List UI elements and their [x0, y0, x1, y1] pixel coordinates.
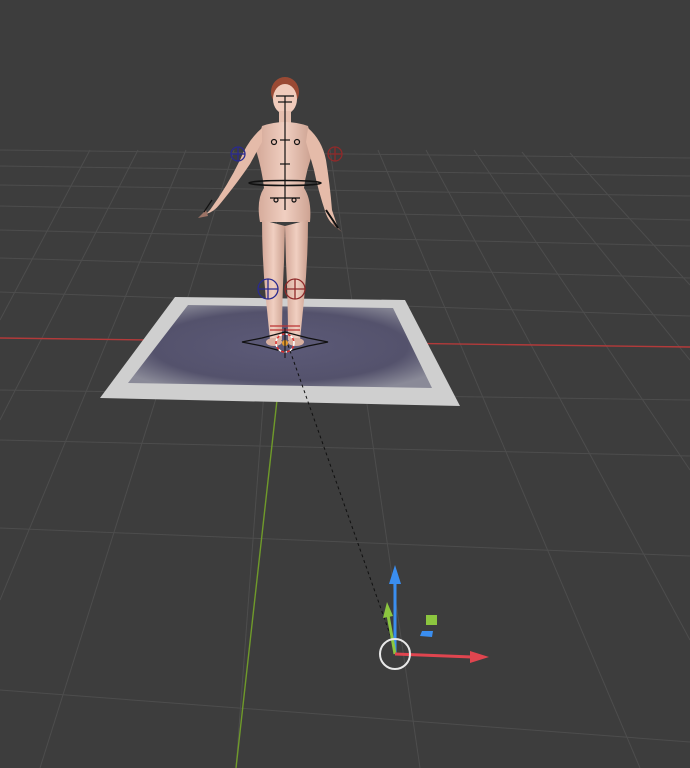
plane-xz-handle[interactable]: [426, 615, 437, 625]
shoulder-l-control[interactable]: [230, 146, 246, 162]
viewport-canvas[interactable]: [0, 0, 690, 768]
knee-l-control[interactable]: [257, 278, 279, 300]
grid-floor: [0, 149, 690, 768]
plane-xy-handle[interactable]: [420, 631, 433, 637]
knee-r-control[interactable]: [284, 278, 306, 300]
x-arrow-icon[interactable]: [470, 651, 489, 663]
3d-viewport[interactable]: [0, 0, 690, 768]
y-arrow-icon[interactable]: [383, 602, 393, 618]
y-axis-line: [235, 399, 278, 768]
shoulder-r-control[interactable]: [327, 146, 343, 162]
light-gizmo[interactable]: [379, 565, 489, 670]
